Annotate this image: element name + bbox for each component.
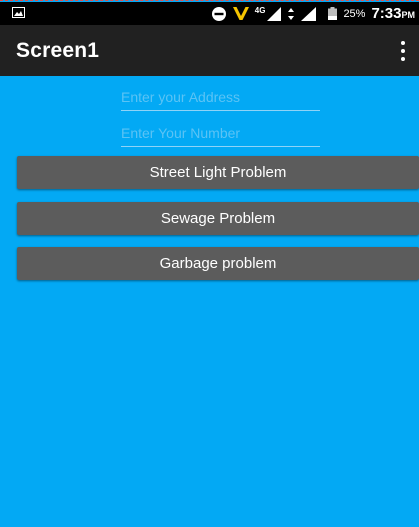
number-input[interactable]	[121, 122, 320, 147]
sewage-problem-button[interactable]: Sewage Problem	[17, 202, 419, 235]
menu-dot	[401, 49, 405, 53]
data-transfer-icon	[288, 7, 295, 20]
status-icons: 4G 25% 7:33PM	[211, 2, 415, 25]
app-bar: Screen1	[0, 25, 419, 76]
clock: 7:33PM	[371, 5, 415, 22]
image-notification-icon	[12, 7, 25, 18]
address-input[interactable]	[121, 86, 320, 111]
do-not-disturb-icon	[211, 6, 226, 21]
app-screen: 4G 25% 7:33PM Screen1 Enter your Address…	[0, 0, 419, 527]
v-brand-icon	[232, 7, 249, 20]
menu-dot	[401, 57, 405, 61]
screen-title: Screen1	[16, 39, 100, 62]
network-type-label: 4G	[254, 6, 266, 15]
signal-strength-icon-2	[301, 6, 317, 21]
battery-icon	[328, 7, 338, 20]
garbage-problem-button[interactable]: Garbage problem	[17, 247, 419, 280]
clock-suffix: PM	[401, 10, 416, 20]
menu-dot	[401, 41, 405, 45]
battery-percent: 25%	[343, 7, 366, 20]
signal-strength-icon	[267, 6, 282, 21]
clock-time: 7:33	[371, 5, 402, 22]
more-vert-icon[interactable]	[397, 41, 409, 61]
status-bar: 4G 25% 7:33PM	[0, 2, 419, 25]
street-light-problem-button[interactable]: Street Light Problem	[17, 156, 419, 189]
